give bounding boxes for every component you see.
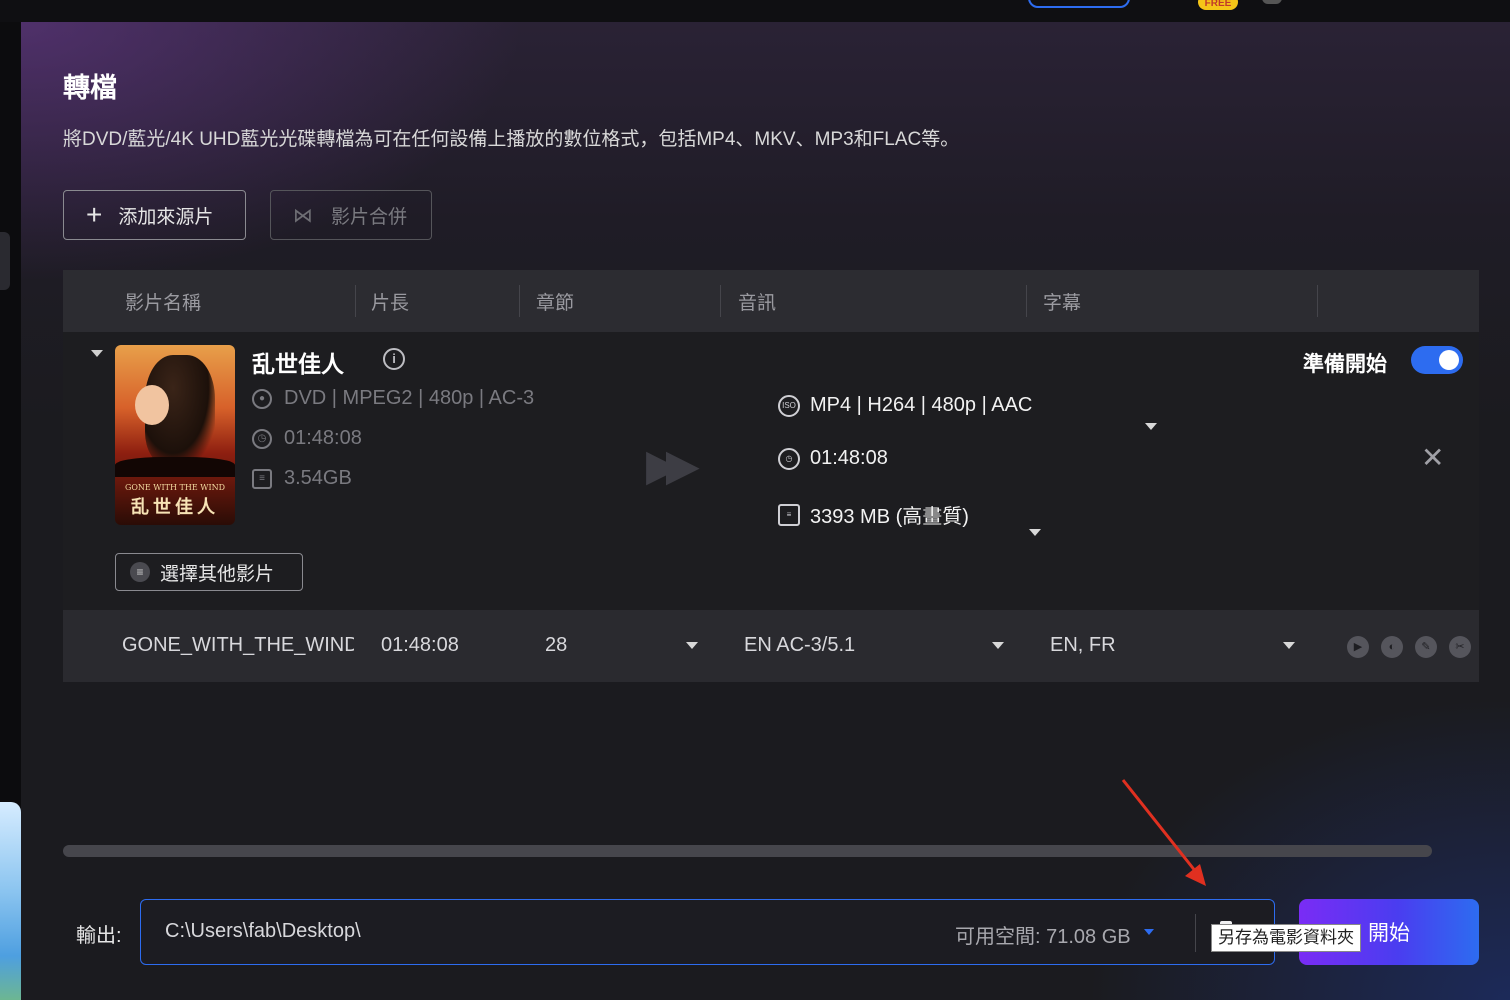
poster-title-zh: 乱世佳人 — [131, 497, 219, 518]
chapters-dropdown-chevron-icon[interactable] — [686, 642, 698, 649]
desktop-background-thumbnail — [0, 802, 21, 1000]
info-icon[interactable]: i — [383, 348, 405, 370]
source-duration: 01:48:08 — [284, 427, 362, 449]
collapse-arrow-icon[interactable] — [91, 350, 103, 357]
start-button-label: 開始 — [1368, 922, 1410, 945]
quality-dropdown-chevron-icon[interactable] — [1029, 529, 1041, 536]
select-other-video-button[interactable]: ≡ 選擇其他影片 — [115, 553, 303, 591]
title-table: 影片名稱 片長 章節 音訊 字幕 GONE WITH THE WIND 乱世佳人… — [63, 270, 1479, 682]
file-icon: ≡ — [778, 503, 800, 526]
free-space: 可用空間: 71.08 GB — [955, 926, 1131, 948]
title-name: GONE_WITH_THE_WIND — [122, 634, 354, 656]
clock-icon: ◷ — [778, 447, 800, 470]
movie-title: 乱世佳人 — [252, 351, 344, 377]
sidebar-collapse-handle[interactable] — [0, 232, 10, 290]
page-subtitle: 將DVD/藍光/4K UHD藍光光碟轉檔為可在任何設備上播放的數位格式，包括MP… — [63, 129, 960, 150]
play-icon[interactable]: ▶ — [1347, 636, 1369, 658]
subtitle-track: EN, FR — [1050, 634, 1116, 656]
top-bar: FREE — [0, 0, 1510, 22]
header-separator — [355, 285, 356, 317]
output-duration-row: ◷ 01:48:08 — [778, 447, 888, 470]
source-format: DVD | MPEG2 | 480p | AC-3 — [284, 387, 535, 409]
title-duration: 01:48:08 — [381, 634, 459, 656]
output-label: 輸出: — [76, 925, 122, 947]
output-path: C:\Users\fab\Desktop\ — [165, 920, 361, 942]
convert-arrow-icon: ▶▶ — [646, 441, 700, 490]
audio-track: EN AC-3/5.1 — [744, 634, 856, 656]
header-chapters: 章節 — [536, 293, 575, 314]
top-pill-button[interactable] — [1028, 0, 1130, 8]
header-separator — [720, 285, 721, 317]
output-size: 3393 MB (高畫質) — [810, 506, 969, 528]
chapters-value: 28 — [545, 634, 568, 656]
poster-face — [135, 385, 169, 425]
output-size-row[interactable]: ≡ 3393 MB (高畫質) — [778, 500, 969, 529]
header-separator — [1026, 285, 1027, 317]
horizontal-scrollbar[interactable] — [63, 845, 1432, 857]
movie-poster: GONE WITH THE WIND 乱世佳人 — [115, 345, 235, 525]
table-header: 影片名稱 片長 章節 音訊 字幕 — [63, 270, 1479, 332]
poster-silhouette — [115, 457, 235, 477]
ready-toggle[interactable] — [1411, 346, 1463, 374]
list-icon: ≡ — [130, 562, 150, 582]
clock-icon: ◷ — [252, 428, 272, 449]
poster-title-en: GONE WITH THE WIND — [124, 483, 226, 492]
top-avatar[interactable] — [1262, 0, 1282, 4]
output-format-row[interactable]: ISO MP4 | H264 | 480p | AAC — [778, 394, 1032, 417]
table-row[interactable]: GONE_WITH_THE_WIND 01:48:08 28 EN AC-3/5… — [63, 610, 1479, 682]
source-format-row: ● DVD | MPEG2 | 480p | AC-3 — [252, 387, 534, 410]
file-icon: ≡ — [252, 468, 272, 489]
output-duration: 01:48:08 — [810, 447, 888, 469]
movie-card: GONE WITH THE WIND 乱世佳人 乱世佳人 i ● DVD | M… — [63, 332, 1479, 610]
merge-video-label: 影片合併 — [331, 206, 408, 228]
source-size-row: ≡ 3.54GB — [252, 467, 352, 490]
header-separator — [519, 285, 520, 317]
header-separator — [1317, 285, 1318, 317]
format-icon: ISO — [778, 394, 800, 417]
free-badge[interactable]: FREE — [1198, 0, 1238, 10]
save-as-folder-tooltip: 另存為電影資料夾 — [1211, 924, 1361, 952]
format-dropdown-chevron-icon[interactable] — [1145, 423, 1157, 430]
header-audio: 音訊 — [738, 293, 777, 314]
free-space-chevron-icon[interactable] — [1144, 929, 1154, 935]
close-icon[interactable]: ✕ — [1421, 444, 1444, 472]
main-panel: 轉檔 將DVD/藍光/4K UHD藍光光碟轉檔為可在任何設備上播放的數位格式，包… — [21, 22, 1510, 1000]
output-format: MP4 | H264 | 480p | AAC — [810, 394, 1033, 416]
page-title: 轉檔 — [63, 73, 117, 103]
disc-icon: ● — [252, 388, 272, 409]
source-duration-row: ◷ 01:48:08 — [252, 427, 362, 450]
subtitle-dropdown-chevron-icon[interactable] — [1283, 642, 1295, 649]
plus-icon: + — [86, 199, 103, 230]
merge-icon: ⋈ — [293, 204, 313, 227]
source-size: 3.54GB — [284, 467, 352, 489]
left-sidebar-strip — [0, 22, 21, 1000]
edit-icon[interactable]: ✎ — [1415, 636, 1437, 658]
path-divider — [1195, 914, 1196, 952]
effects-icon[interactable]: ◐ — [1381, 636, 1403, 658]
add-source-button[interactable]: + 添加來源片 — [63, 190, 246, 240]
header-subtitles: 字幕 — [1043, 293, 1082, 314]
ready-label: 準備開始 — [1303, 353, 1387, 376]
header-duration: 片長 — [371, 293, 410, 314]
select-other-video-label: 選擇其他影片 — [160, 563, 275, 585]
toggle-knob — [1439, 350, 1459, 370]
cut-icon[interactable]: ✂ — [1449, 636, 1471, 658]
output-path-field[interactable]: C:\Users\fab\Desktop\ 可用空間: 71.08 GB — [140, 899, 1275, 965]
audio-dropdown-chevron-icon[interactable] — [992, 642, 1004, 649]
header-video-name: 影片名稱 — [125, 293, 202, 314]
add-source-label: 添加來源片 — [118, 206, 214, 228]
merge-video-button[interactable]: ⋈ 影片合併 — [270, 190, 432, 240]
